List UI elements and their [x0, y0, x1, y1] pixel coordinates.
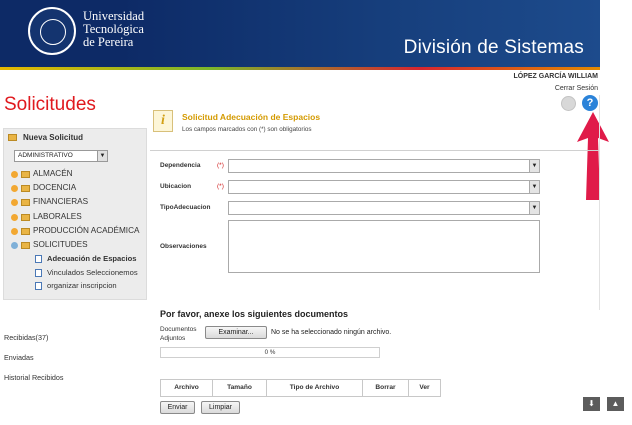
tree-subitem-label: Adecuación de Espacios	[47, 254, 137, 264]
tree-item-almacen[interactable]: ALMACÉN	[11, 167, 151, 181]
site-header: Universidad Tecnológica de Pereira Divis…	[0, 0, 600, 67]
history-link[interactable]: Historial Recibidos	[4, 373, 64, 382]
column-header: Tipo de Archivo	[267, 380, 363, 396]
send-button[interactable]: Enviar	[160, 401, 195, 414]
chevron-down-icon: ▼	[97, 151, 107, 161]
info-icon: i	[153, 110, 173, 132]
required-mark: (*)	[217, 183, 224, 190]
university-seal-icon	[28, 7, 76, 55]
required-mark: (*)	[217, 162, 224, 169]
tree-item-solicitudes[interactable]: SOLICITUDES	[11, 238, 151, 252]
observaciones-textarea[interactable]	[228, 220, 540, 273]
tree-item-produccion-academica[interactable]: PRODUCCIÓN ACADÉMICA	[11, 224, 151, 238]
expand-icon[interactable]	[11, 171, 18, 178]
chevron-down-icon: ▼	[529, 160, 539, 172]
division-title: División de Sistemas	[403, 37, 584, 58]
ubicacion-select[interactable]: ▼	[228, 180, 540, 194]
tree-subitem-organizar[interactable]: organizar inscripcion	[11, 279, 151, 293]
request-tree: ALMACÉN DOCENCIA FINANCIERAS LABORALES P…	[11, 167, 151, 293]
tree-item-financieras[interactable]: FINANCIERAS	[11, 195, 151, 209]
dependency-select[interactable]: ADMINISTRATIVO ▼	[14, 150, 108, 162]
header-color-stripe	[0, 67, 600, 70]
received-link[interactable]: Recibidas(37)	[4, 333, 48, 342]
tree-item-label: FINANCIERAS	[33, 197, 89, 207]
folder-icon	[21, 199, 30, 207]
help-icon[interactable]: ?	[582, 95, 598, 111]
collapse-icon[interactable]	[11, 241, 18, 249]
tree-subitem-label: Vinculados Seleccionemos	[47, 267, 138, 277]
attachments-table-header: Archivo Tamaño Tipo de Archivo Borrar Ve…	[160, 379, 441, 397]
document-icon	[35, 255, 42, 264]
observaciones-label: Observaciones	[160, 243, 207, 250]
expand-icon[interactable]	[11, 227, 18, 235]
column-header: Archivo	[161, 380, 213, 396]
ubicacion-label: Ubicacion	[160, 183, 192, 190]
download-icon[interactable]: ⬇	[583, 397, 600, 411]
tree-item-docencia[interactable]: DOCENCIA	[11, 181, 151, 195]
tree-subitem-adecuacion[interactable]: Adecuación de Espacios	[11, 252, 151, 266]
expand-icon[interactable]	[11, 185, 18, 193]
tree-item-label: ALMACÉN	[33, 169, 73, 178]
tipo-adecuacion-select[interactable]: ▼	[228, 201, 540, 215]
column-header: Tamaño	[213, 380, 267, 396]
university-logo-text: Universidad Tecnológica de Pereira	[83, 10, 144, 49]
dependencia-label: Dependencia	[160, 162, 201, 169]
expand-icon[interactable]	[11, 213, 18, 221]
red-arrow-annotation	[577, 112, 609, 200]
tree-subitem-vinculados[interactable]: Vinculados Seleccionemos	[11, 266, 151, 280]
form-title: Solicitud Adecuación de Espacios	[182, 112, 321, 122]
browse-button[interactable]: Examinar...	[205, 326, 267, 339]
dependency-select-value: ADMINISTRATIVO	[18, 152, 73, 159]
dependencia-select[interactable]: ▼	[228, 159, 540, 173]
attachments-label: Documentos Adjuntos	[160, 326, 197, 342]
form-subtitle: Los campos marcados con (*) son obligato…	[182, 126, 312, 133]
tree-item-label: LABORALES	[33, 211, 82, 221]
settings-circle-icon[interactable]	[561, 96, 576, 111]
new-request-header[interactable]: Nueva Solicitud	[8, 133, 148, 145]
upload-progress-bar: 0 %	[160, 347, 380, 358]
divider	[150, 150, 600, 151]
folder-open-icon	[8, 134, 17, 141]
sidebar-panel: Nueva Solicitud ADMINISTRATIVO ▼ ALMACÉN…	[3, 128, 147, 300]
folder-icon	[21, 171, 30, 178]
column-header: Borrar	[363, 380, 409, 396]
tipo-adecuacion-label: TipoAdecuacion	[160, 204, 211, 211]
tree-item-laborales[interactable]: LABORALES	[11, 210, 151, 224]
page-title: Solicitudes	[4, 94, 96, 115]
attachments-title: Por favor, anexe los siguientes document…	[160, 309, 349, 319]
folder-icon	[21, 227, 30, 235]
drive-upload-icon[interactable]: ▲	[607, 397, 624, 411]
folder-icon	[21, 185, 30, 193]
clear-button[interactable]: Limpiar	[201, 401, 240, 414]
document-icon	[35, 282, 42, 291]
sent-link[interactable]: Enviadas	[4, 353, 34, 362]
no-file-text: No se ha seleccionado ningún archivo.	[271, 329, 392, 336]
document-icon	[35, 268, 42, 277]
divider-vertical	[599, 95, 600, 310]
logo-line-3: de Pereira	[83, 35, 134, 49]
tree-subitem-label: organizar inscripcion	[47, 281, 117, 291]
tree-item-label: PRODUCCIÓN ACADÉMICA	[33, 225, 140, 235]
tree-item-label: DOCENCIA	[33, 183, 77, 193]
tree-item-label: SOLICITUDES	[33, 239, 88, 249]
folder-icon	[21, 213, 30, 221]
chevron-down-icon: ▼	[529, 181, 539, 193]
new-request-label: Nueva Solicitud	[23, 133, 84, 142]
logout-link[interactable]: Cerrar Sesión	[555, 85, 598, 92]
folder-open-icon	[21, 241, 30, 249]
expand-icon[interactable]	[11, 199, 18, 207]
chevron-down-icon: ▼	[529, 202, 539, 214]
user-name: LÓPEZ GARCÍA WILLIAM	[513, 73, 598, 80]
column-header: Ver	[419, 384, 430, 391]
